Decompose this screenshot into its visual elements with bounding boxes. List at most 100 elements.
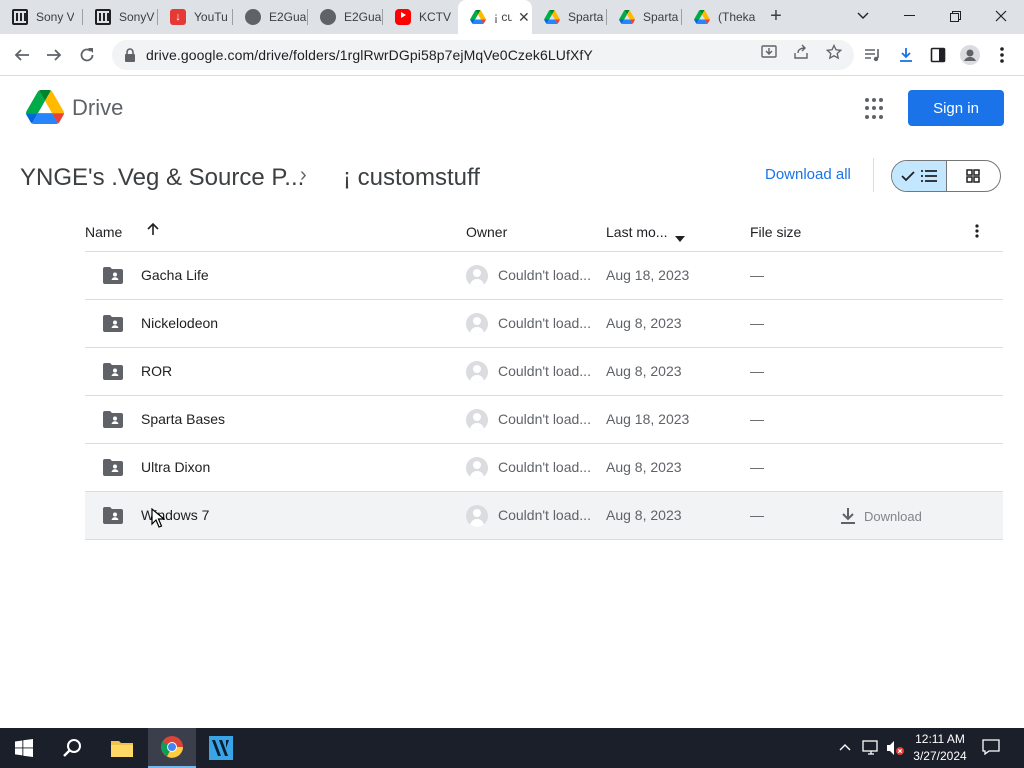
google-apps-grid-icon[interactable] — [865, 98, 887, 120]
owner-avatar-icon — [466, 265, 488, 287]
network-icon[interactable] — [862, 740, 880, 759]
minimize-button[interactable] — [886, 0, 932, 32]
app-name: Drive — [72, 95, 124, 120]
clock-time: 12:11 AM — [915, 732, 965, 746]
tab-e2guardian-2[interactable]: E2Gua — [308, 0, 383, 34]
breadcrumb: YNGE's .Veg & Source P... › ¡ customstuf… — [0, 150, 1024, 206]
owner-text: Couldn't load... — [498, 507, 591, 523]
reload-icon[interactable] — [74, 42, 100, 68]
forward-arrow-icon[interactable] — [41, 42, 67, 68]
owner-text: Couldn't load... — [498, 459, 591, 475]
tab-sparta-1[interactable]: Sparta — [532, 0, 607, 34]
column-header-name[interactable]: Name — [85, 224, 122, 240]
back-arrow-icon[interactable] — [9, 42, 35, 68]
chrome-taskbar-icon[interactable] — [148, 728, 196, 768]
address-bar[interactable]: drive.google.com/drive/folders/1rglRwrDG… — [112, 40, 854, 70]
install-app-icon[interactable] — [758, 41, 780, 63]
mouse-cursor-icon — [151, 507, 166, 533]
breadcrumb-parent-folder[interactable]: YNGE's .Veg & Source P... — [20, 164, 304, 192]
tab-kctv[interactable]: KCTV — [383, 0, 458, 34]
bookmark-star-icon[interactable] — [823, 41, 845, 63]
volume-muted-icon[interactable] — [886, 740, 904, 759]
google-drive-icon — [470, 9, 486, 25]
tab-search-chevron-icon[interactable] — [840, 0, 886, 32]
show-hidden-icons-chevron-icon[interactable] — [839, 740, 851, 754]
download-icon — [841, 508, 855, 524]
close-window-button[interactable] — [978, 0, 1024, 32]
sort-ascending-arrow-icon[interactable] — [146, 222, 160, 239]
restore-button[interactable] — [932, 0, 978, 32]
tab-e2guardian-1[interactable]: E2Gua — [233, 0, 308, 34]
chrome-menu-icon[interactable] — [989, 42, 1015, 68]
lock-icon[interactable] — [124, 48, 138, 62]
row-download-button[interactable]: Download — [840, 507, 922, 525]
file-explorer-icon[interactable] — [98, 728, 146, 768]
clock[interactable]: 12:11 AM 3/27/2024 — [908, 731, 972, 765]
file-name: Nickelodeon — [141, 315, 219, 331]
url-text: drive.google.com/drive/folders/1rglRwrDG… — [146, 47, 593, 63]
tab-customstuff-active[interactable]: ¡ cu ✕ — [458, 0, 532, 34]
tab-label: E2Gua — [344, 10, 382, 24]
tab-label: Sparta — [568, 10, 604, 24]
file-size: — — [750, 411, 764, 427]
table-row-hovered[interactable]: Windows 7 Couldn't load... Aug 8, 2023 —… — [85, 492, 1003, 540]
owner-avatar-icon — [466, 361, 488, 383]
sign-in-button[interactable]: Sign in — [908, 90, 1004, 126]
share-icon[interactable] — [790, 41, 812, 63]
sony-icon — [12, 9, 28, 25]
table-row[interactable]: ROR Couldn't load... Aug 8, 2023 — — [85, 348, 1003, 396]
grid-view-button[interactable] — [947, 161, 1001, 191]
owner-avatar-icon — [466, 505, 488, 527]
downloads-icon[interactable] — [893, 42, 919, 68]
owner-text: Couldn't load... — [498, 411, 591, 427]
google-drive-logo-icon[interactable] — [26, 90, 64, 124]
tab-theka[interactable]: (Theka — [682, 0, 757, 34]
file-name: Ultra Dixon — [141, 459, 211, 475]
windows-start-icon[interactable] — [0, 728, 48, 768]
side-panel-icon[interactable] — [925, 42, 951, 68]
tab-label: KCTV — [419, 10, 452, 24]
download-all-button[interactable]: Download all — [765, 166, 851, 183]
google-drive-icon — [544, 9, 560, 25]
table-row[interactable]: Ultra Dixon Couldn't load... Aug 8, 2023… — [85, 444, 1003, 492]
table-row[interactable]: Sparta Bases Couldn't load... Aug 18, 20… — [85, 396, 1003, 444]
shared-folder-icon — [103, 363, 123, 380]
more-options-vertical-icon[interactable] — [975, 224, 979, 241]
tab-sony-vegas-2[interactable]: SonyV — [83, 0, 158, 34]
tab-sony-vegas-1[interactable]: Sony V — [0, 0, 83, 34]
tab-label: SonyV — [119, 10, 155, 24]
modified-date: Aug 8, 2023 — [606, 459, 682, 475]
list-view-button[interactable] — [892, 161, 947, 191]
modified-date: Aug 8, 2023 — [606, 363, 682, 379]
media-control-icon[interactable] — [860, 42, 886, 68]
column-header-owner[interactable]: Owner — [466, 224, 507, 240]
table-row[interactable]: Nickelodeon Couldn't load... Aug 8, 2023… — [85, 300, 1003, 348]
tab-label: Sparta — [643, 10, 679, 24]
drive-header: Drive Sign in — [0, 77, 1024, 141]
youtube-icon — [395, 9, 411, 25]
notification-icon[interactable] — [982, 739, 1000, 758]
file-name: Sparta Bases — [141, 411, 226, 427]
browser-tab-strip: Sony V SonyV ↓ YouTu E2Gua E2Gua KCTV ¡ … — [0, 0, 1024, 34]
search-icon[interactable] — [48, 728, 96, 768]
new-tab-button[interactable]: + — [764, 5, 788, 29]
table-row[interactable]: Gacha Life Couldn't load... Aug 18, 2023… — [85, 252, 1003, 300]
shared-folder-icon — [103, 267, 123, 284]
sort-dropdown-icon[interactable] — [675, 229, 685, 245]
sony-icon — [95, 9, 111, 25]
close-tab-icon[interactable]: ✕ — [518, 9, 530, 26]
shared-folder-icon — [103, 459, 123, 476]
column-header-file-size[interactable]: File size — [750, 224, 801, 240]
owner-text: Couldn't load... — [498, 363, 591, 379]
tab-sparta-2[interactable]: Sparta — [607, 0, 682, 34]
tab-label: ¡ cu — [494, 10, 512, 24]
profile-avatar-icon[interactable] — [957, 42, 983, 68]
owner-avatar-icon — [466, 313, 488, 335]
vegas-pro-icon[interactable] — [197, 728, 245, 768]
chevron-right-icon: › — [300, 164, 307, 186]
google-drive-icon — [694, 9, 710, 25]
file-size: — — [750, 507, 764, 523]
column-header-last-modified[interactable]: Last mo... — [606, 224, 667, 240]
tab-youtube-downloader[interactable]: ↓ YouTu — [158, 0, 233, 34]
divider — [873, 158, 874, 192]
